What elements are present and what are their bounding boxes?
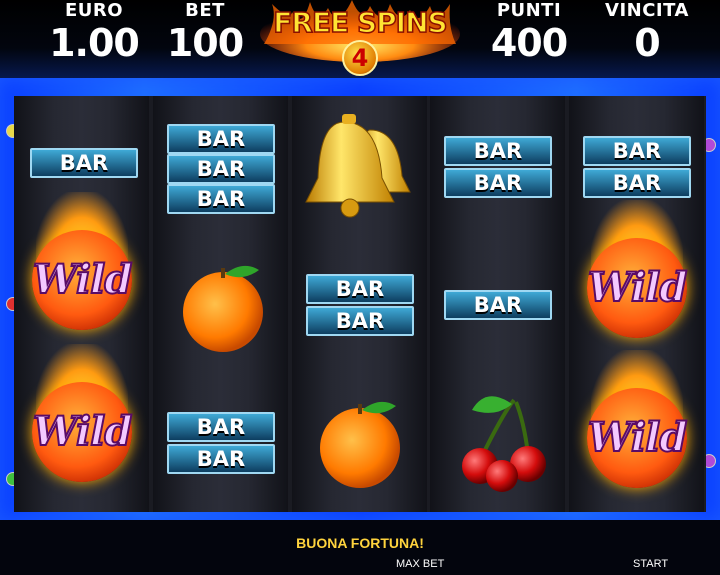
free-spins-logo: FREE SPINS 4 — [258, 0, 462, 84]
free-spins-title: FREE SPINS — [273, 5, 449, 40]
bet-label: BET — [185, 0, 225, 21]
wild-label: Wild — [32, 255, 134, 304]
bar-symbol: BAR — [167, 412, 275, 442]
reel-3: BAR BAR — [292, 96, 427, 512]
bar-symbol: BAR — [167, 184, 275, 214]
bar-symbol: BAR — [30, 148, 138, 178]
reel-5: BAR BAR Wild Wild — [569, 96, 704, 512]
bar-symbol: BAR — [167, 444, 275, 474]
bell-icon — [305, 114, 411, 218]
bar-symbol: BAR — [306, 274, 414, 304]
wild-label: Wild — [587, 263, 689, 312]
max-bet-button[interactable]: MAX BET — [396, 558, 444, 570]
bet-value: 100 — [166, 21, 244, 65]
euro-label: EURO — [64, 0, 124, 21]
bar-symbol: BAR — [306, 306, 414, 336]
bar-symbol: BAR — [444, 168, 552, 198]
reels-area: BAR Wild Wild BAR BAR BAR BAR BAR BAR BA… — [14, 96, 706, 512]
status-message: BUONA FORTUNA! — [296, 535, 424, 551]
bar-symbol: BAR — [583, 168, 691, 198]
vincita-panel: VINCITA 0 — [594, 0, 700, 64]
vincita-label: VINCITA — [605, 0, 689, 21]
bar-symbol: BAR — [444, 136, 552, 166]
reel-4: BAR BAR BAR — [430, 96, 565, 512]
wild-symbol: Wild — [18, 344, 146, 486]
punti-value: 400 — [490, 21, 568, 65]
bar-symbol: BAR — [583, 136, 691, 166]
free-spins-count: 4 — [342, 40, 378, 76]
start-button[interactable]: START — [633, 558, 668, 570]
reel-1: BAR Wild Wild — [14, 96, 149, 512]
wild-symbol: Wild — [573, 350, 701, 492]
wild-label: Wild — [32, 407, 134, 456]
euro-value: 1.00 — [49, 21, 140, 65]
orange-icon — [320, 401, 400, 488]
vincita-value: 0 — [634, 21, 660, 65]
reel-2: BAR BAR BAR BAR BAR — [153, 96, 288, 512]
wild-symbol: Wild — [573, 200, 701, 342]
wild-label: Wild — [587, 413, 689, 462]
bet-panel: BET 100 — [160, 0, 250, 64]
bar-symbol: BAR — [167, 124, 275, 154]
bar-symbol: BAR — [167, 154, 275, 184]
cherry-icon — [462, 396, 546, 492]
orange-icon — [183, 265, 263, 352]
bar-symbol: BAR — [444, 290, 552, 320]
euro-panel: EURO 1.00 — [48, 0, 140, 64]
wild-symbol: Wild — [18, 192, 146, 334]
punti-label: PUNTI — [496, 0, 562, 21]
punti-panel: PUNTI 400 — [484, 0, 574, 64]
